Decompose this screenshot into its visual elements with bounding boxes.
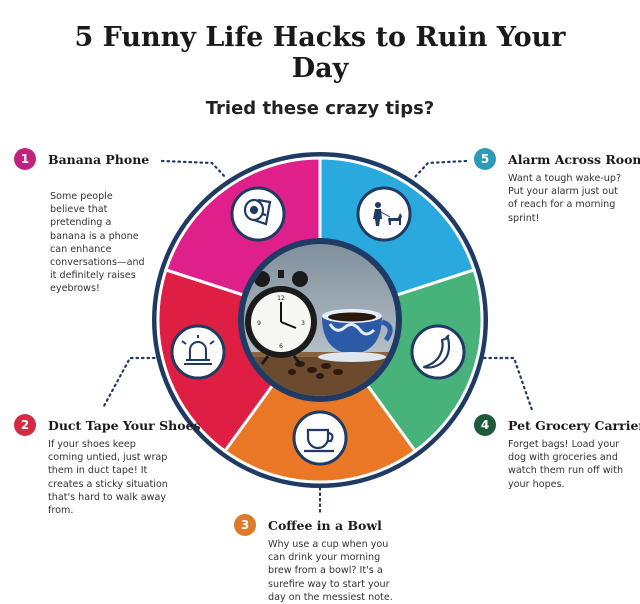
svg-text:9: 9 [257,320,261,327]
hack-item-1: 1 Banana Phone Some people believe that … [14,148,164,294]
item-number-badge: 5 [474,148,496,170]
item-number-badge: 4 [474,414,496,436]
hack-item-5: 5 Alarm Across Room Want a tough wake-up… [474,148,640,248]
hack-item-3: 3 Coffee in a Bowl Why use a cup when yo… [234,514,404,604]
svg-text:6: 6 [279,343,283,350]
svg-text:12: 12 [277,295,285,302]
item-description: Some people believe that pretending a ba… [50,191,145,295]
icon-circle-2 [170,324,226,380]
item-title: Coffee in a Bowl [268,518,382,533]
item-title: Alarm Across Room [508,152,640,167]
item-title: Banana Phone [48,152,150,167]
svg-text:3: 3 [301,320,305,327]
icon-circle-4 [410,324,466,380]
item-title: Duct Tape Your Shoes [48,418,201,433]
item-number-badge: 3 [234,514,256,536]
item-description: Want a tough wake-up? Put your alarm jus… [508,173,622,224]
item-description: If your shoes keep coming untied, just w… [48,439,168,517]
icon-circle-1 [230,186,286,242]
connector-2 [102,356,162,408]
item-description: Why use a cup when you can drink your mo… [268,539,393,603]
connector-1 [160,159,228,180]
hack-item-2: 2 Duct Tape Your Shoes If your shoes kee… [14,414,201,524]
connector-4 [482,356,534,412]
item-number-badge: 2 [14,414,36,436]
icon-circle-3 [292,410,348,466]
icon-circle-5 [356,186,412,242]
item-number-badge: 1 [14,148,36,170]
center-photo: 12 3 6 9 [238,238,402,402]
hack-item-4: 4 Pet Grocery Carrier Forget bags! Load … [474,414,640,504]
item-title: Pet Grocery Carrier [508,418,640,433]
connector-5 [412,159,468,180]
item-description: Forget bags! Load your dog with grocerie… [508,439,624,490]
